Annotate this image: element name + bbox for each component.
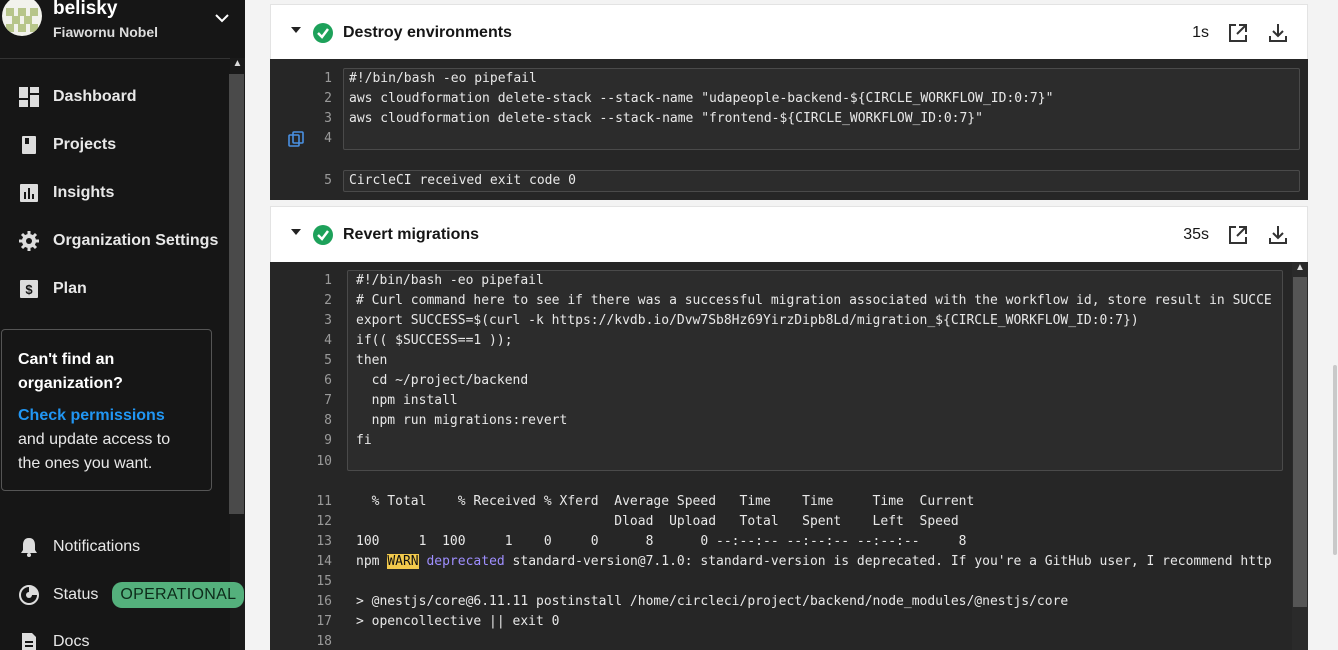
callout-title: Can't find an organization?: [18, 351, 123, 392]
callout-rest: and update access to the ones you want.: [18, 431, 171, 472]
sidebar-scroll-thumb[interactable]: [229, 74, 244, 514]
success-check-icon: [313, 224, 333, 245]
sidebar-item-label: Notifications: [53, 538, 141, 555]
svg-text:$: $: [25, 282, 33, 297]
download-icon[interactable]: [1267, 22, 1289, 44]
sidebar-item-label: Plan: [53, 280, 87, 297]
sidebar-item-docs[interactable]: Docs: [18, 628, 89, 650]
status-badge: OPERATIONAL: [112, 582, 245, 608]
sidebar-item-projects[interactable]: Projects: [18, 131, 116, 159]
insights-icon: [20, 184, 38, 202]
scroll-up-arrow-icon[interactable]: ▲: [1292, 262, 1308, 276]
gear-icon: [19, 231, 39, 251]
page-scrollbar[interactable]: [1333, 365, 1337, 555]
callout-text: Check permissions and update access to t…: [18, 404, 195, 476]
org-user: Fiawornu Nobel: [53, 24, 158, 40]
docs-icon: [22, 633, 36, 650]
step-console: 1 #!/bin/bash -eo pipefail 2 # Curl comman…: [270, 262, 1308, 650]
caret-down-icon[interactable]: [291, 27, 301, 33]
console-scroll-thumb[interactable]: [1293, 277, 1307, 607]
step-title: Destroy environments: [343, 23, 512, 41]
success-check-icon: [313, 22, 333, 43]
sidebar-item-label: Insights: [53, 184, 115, 201]
sidebar-item-plan[interactable]: $ Plan: [18, 275, 87, 303]
caret-down-icon[interactable]: [291, 229, 301, 235]
main-content: Destroy environments 1s 1 #!/bin/bash -eo…: [245, 0, 1338, 650]
dashboard-icon: [19, 87, 39, 107]
download-icon[interactable]: [1267, 224, 1289, 246]
bell-icon: [21, 538, 37, 557]
dollar-icon: $: [20, 280, 38, 298]
sidebar-item-insights[interactable]: Insights: [18, 179, 114, 207]
avatar: [2, 0, 42, 36]
step-revert-migrations: Revert migrations 35s: [270, 206, 1308, 263]
step-header[interactable]: Revert migrations 35s: [271, 207, 1307, 262]
org-switcher[interactable]: belisky Fiawornu Nobel: [0, 0, 245, 50]
external-link-icon[interactable]: [1227, 224, 1249, 246]
step-title: Revert migrations: [343, 225, 480, 243]
step-console: 1 #!/bin/bash -eo pipefail 2 aws cloudform…: [270, 59, 1308, 200]
sidebar-item-label: Organization Settings: [53, 232, 219, 249]
warn-label: WARN: [387, 554, 419, 569]
sidebar-item-organization-settings[interactable]: Organization Settings: [18, 227, 218, 255]
scroll-up-arrow-icon[interactable]: ▲: [230, 58, 245, 72]
chevron-down-icon[interactable]: [212, 8, 232, 28]
step-header[interactable]: Destroy environments 1s: [271, 5, 1307, 60]
sidebar-item-status[interactable]: Status OPERATIONAL: [18, 581, 245, 609]
external-link-icon[interactable]: [1227, 22, 1249, 44]
step-duration: 1s: [1192, 23, 1209, 41]
console-viewport: 1 #!/bin/bash -eo pipefail 2 # Curl comman…: [316, 273, 1272, 649]
status-icon: [19, 585, 39, 605]
step-destroy-environments: Destroy environments 1s: [270, 4, 1308, 61]
check-permissions-link[interactable]: Check permissions: [18, 407, 165, 424]
sidebar: belisky Fiawornu Nobel ▲ Dashboard Proje…: [0, 0, 245, 650]
projects-icon: [22, 136, 36, 154]
sidebar-item-label: Status: [53, 586, 99, 603]
org-name: belisky: [53, 0, 118, 19]
org-help-callout: Can't find an organization? Check permis…: [1, 329, 212, 491]
deprecated-label: deprecated: [418, 554, 505, 569]
sidebar-item-notifications[interactable]: Notifications: [18, 533, 140, 561]
step-duration: 35s: [1183, 225, 1209, 243]
divider: [0, 58, 230, 59]
sidebar-item-label: Docs: [53, 633, 90, 650]
sidebar-item-label: Projects: [53, 136, 117, 153]
sidebar-item-label: Dashboard: [53, 88, 137, 105]
sidebar-item-dashboard[interactable]: Dashboard: [18, 83, 137, 111]
